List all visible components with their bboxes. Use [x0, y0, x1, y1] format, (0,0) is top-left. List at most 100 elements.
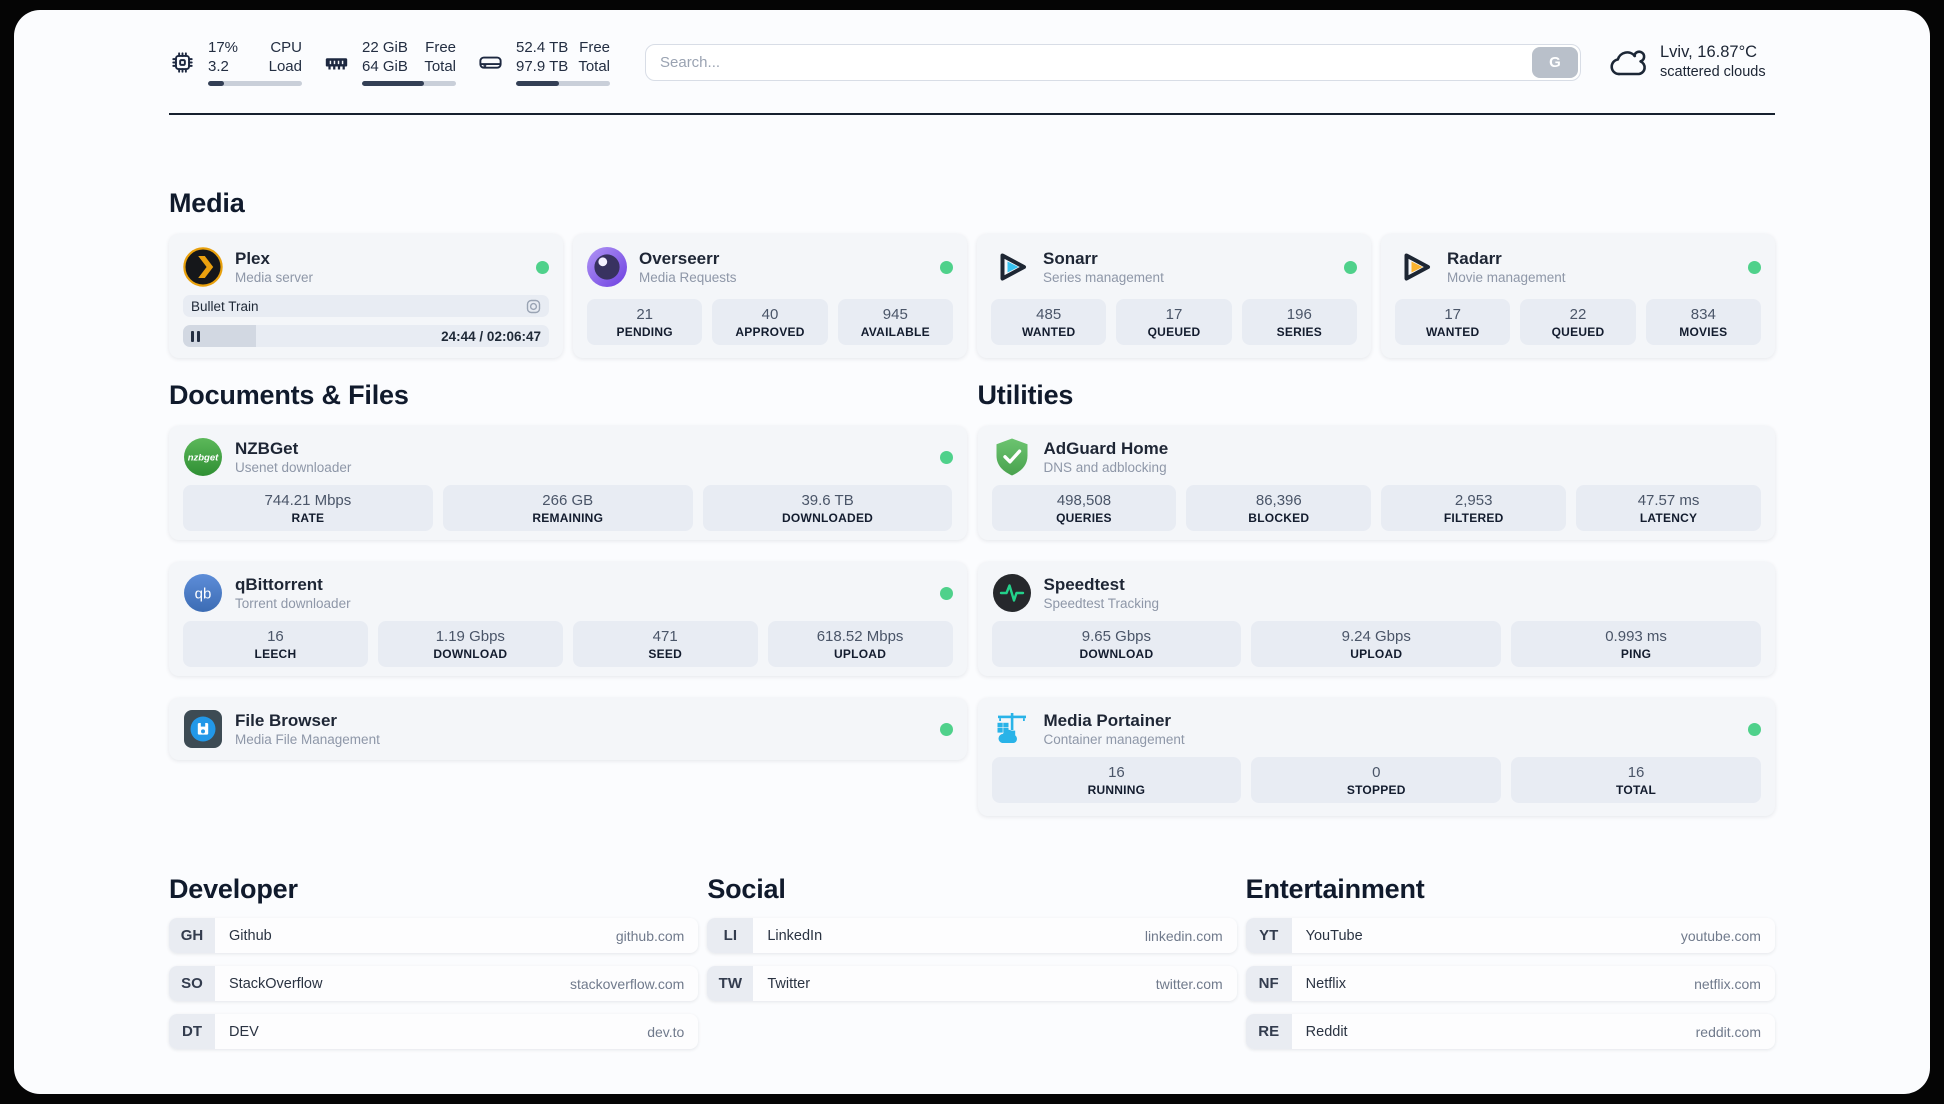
memory-free-label: Free — [425, 39, 456, 56]
app-name: Sonarr — [1043, 249, 1098, 268]
nzbget-icon: nzbget — [184, 438, 222, 476]
stat-value: 21 — [636, 305, 653, 323]
stat-label: QUEUED — [1147, 324, 1201, 339]
link-name: Twitter — [767, 975, 811, 992]
stat-label: APPROVED — [735, 324, 805, 339]
portainer-icon — [997, 713, 1026, 743]
link-netflix[interactable]: NF Netflix netflix.com — [1245, 966, 1775, 1001]
stat-value: 40 — [761, 305, 779, 323]
cpu-label: CPU — [270, 39, 302, 56]
app-subtitle: Torrent downloader — [235, 596, 351, 611]
adguard-card[interactable]: AdGuard Home DNS and adblocking 498,508 … — [977, 426, 1775, 540]
hard-drive-icon — [479, 56, 502, 69]
link-twitter[interactable]: TW Twitter twitter.com — [707, 966, 1237, 1001]
stat-value: 17 — [1444, 305, 1461, 323]
link-abbr-badge: NF — [1245, 966, 1292, 1001]
stat-pill: 16 RUNNING — [991, 757, 1242, 803]
memory-total-value: 64 GiB — [362, 58, 408, 75]
cpu-chip-icon — [172, 51, 193, 73]
app-name: Speedtest — [1043, 575, 1125, 594]
status-dot — [1748, 722, 1761, 736]
app-name: Media Portainer — [1043, 711, 1172, 730]
stat-label: RUNNING — [1087, 782, 1146, 797]
search-bar: G — [645, 43, 1581, 81]
stat-pill: 2,953 FILTERED — [1381, 485, 1567, 531]
stat-label: DOWNLOADED — [782, 510, 874, 525]
app-subtitle: Container management — [1043, 732, 1185, 747]
disk-widget: 52.4 TB 97.9 TB Free Total — [477, 38, 610, 86]
memory-free-value: 22 GiB — [362, 39, 408, 56]
search-input[interactable] — [645, 43, 1581, 81]
stat-pill: 40 APPROVED — [712, 299, 828, 345]
sonarr-icon — [1000, 253, 1026, 281]
stat-value: 196 — [1286, 305, 1312, 323]
cpu-progress-track — [208, 81, 302, 86]
media-card-grid: Plex Media server Bullet Train 24:44 / 0… — [169, 234, 1775, 358]
search-engine-button[interactable]: G — [1532, 46, 1578, 78]
stat-label: QUERIES — [1056, 510, 1112, 525]
stat-label: STOPPED — [1346, 782, 1406, 797]
nzbget-card[interactable]: nzbget NZBGet Usenet downloader 744.21 M… — [169, 426, 967, 540]
stat-pill: 471 SEED — [572, 621, 758, 667]
link-url: reddit.com — [1695, 1023, 1761, 1040]
app-subtitle: Speedtest Tracking — [1043, 596, 1160, 611]
cpu-load-value: 3.2 — [208, 58, 229, 75]
now-playing-title: Bullet Train — [191, 298, 259, 314]
link-github[interactable]: GH Github github.com — [169, 918, 699, 953]
radarr-card[interactable]: Radarr Movie management 17 WANTED 22 QUE… — [1381, 234, 1775, 358]
stat-pill: 834 MOVIES — [1645, 299, 1761, 345]
cpu-widget: 17% 3.2 CPU Load — [169, 38, 302, 86]
stat-value: 9.24 Gbps — [1341, 627, 1411, 645]
qbittorrent-card[interactable]: qb qBittorrent Torrent downloader 16 LEE… — [169, 562, 967, 676]
status-dot — [1748, 260, 1761, 274]
memory-total-label: Total — [424, 58, 456, 75]
stat-value: 498,508 — [1056, 491, 1112, 509]
app-subtitle: Media Requests — [639, 270, 737, 285]
filebrowser-card[interactable]: File Browser Media File Management — [169, 698, 967, 760]
link-linkedin[interactable]: LI LinkedIn linkedin.com — [707, 918, 1237, 953]
speedtest-card[interactable]: Speedtest Speedtest Tracking 9.65 Gbps D… — [977, 562, 1775, 676]
disk-progress-fill — [516, 81, 560, 86]
stat-pill: 9.65 Gbps DOWNLOAD — [991, 621, 1242, 667]
stat-pill: 16 TOTAL — [1511, 757, 1761, 803]
weather-location-temp: Lviv, 16.87°C — [1660, 43, 1758, 61]
stat-pill: 498,508 QUERIES — [991, 485, 1177, 531]
link-dev[interactable]: DT DEV dev.to — [169, 1014, 699, 1049]
link-reddit[interactable]: RE Reddit reddit.com — [1245, 1014, 1775, 1049]
stat-pill: 47.57 ms LATENCY — [1576, 485, 1761, 531]
entertainment-column: Entertainment YT YouTube youtube.com NF … — [1245, 873, 1775, 1062]
stat-label: DOWNLOAD — [433, 646, 508, 661]
stat-value: 86,396 — [1255, 491, 1302, 509]
plex-card[interactable]: Plex Media server Bullet Train 24:44 / 0… — [169, 234, 563, 358]
link-name: Github — [229, 927, 272, 944]
link-url: twitter.com — [1155, 975, 1223, 992]
ram-stick-icon — [325, 57, 348, 69]
svg-text:qb: qb — [195, 586, 212, 603]
app-subtitle: DNS and adblocking — [1043, 460, 1167, 475]
link-abbr-badge: SO — [169, 966, 215, 1001]
portainer-card[interactable]: Media Portainer Container management 16 … — [977, 698, 1775, 816]
documents-column: Documents & Files nzbget NZBGet Usenet d… — [169, 379, 967, 816]
status-dot — [939, 586, 953, 600]
stat-label: SEED — [648, 646, 682, 661]
overseerr-card[interactable]: Overseerr Media Requests 21 PENDING 40 A… — [573, 234, 967, 358]
stat-label: BLOCKED — [1248, 510, 1310, 525]
stat-pill: 196 SERIES — [1241, 299, 1357, 345]
stat-pill: 744.21 Mbps RATE — [183, 485, 433, 531]
disk-free-label: Free — [579, 39, 610, 56]
radarr-icon — [1404, 253, 1430, 281]
stat-pill: 1.19 Gbps DOWNLOAD — [377, 621, 563, 667]
link-stackoverflow[interactable]: SO StackOverflow stackoverflow.com — [169, 966, 699, 1001]
weather-condition: scattered clouds — [1660, 64, 1766, 80]
stat-value: 744.21 Mbps — [264, 491, 352, 509]
disk-free-value: 52.4 TB — [516, 39, 569, 56]
stat-pill: 0.993 ms PING — [1511, 621, 1761, 667]
link-abbr-badge: TW — [707, 966, 754, 1001]
stat-pill: 266 GB REMAINING — [442, 485, 693, 531]
link-abbr-badge: LI — [707, 918, 754, 953]
sonarr-card[interactable]: Sonarr Series management 485 WANTED 17 Q… — [977, 234, 1371, 358]
stat-label: PENDING — [616, 324, 673, 339]
social-column: Social LI LinkedIn linkedin.com TW Twitt… — [707, 873, 1237, 1062]
link-url: stackoverflow.com — [569, 975, 685, 992]
link-youtube[interactable]: YT YouTube youtube.com — [1245, 918, 1775, 953]
